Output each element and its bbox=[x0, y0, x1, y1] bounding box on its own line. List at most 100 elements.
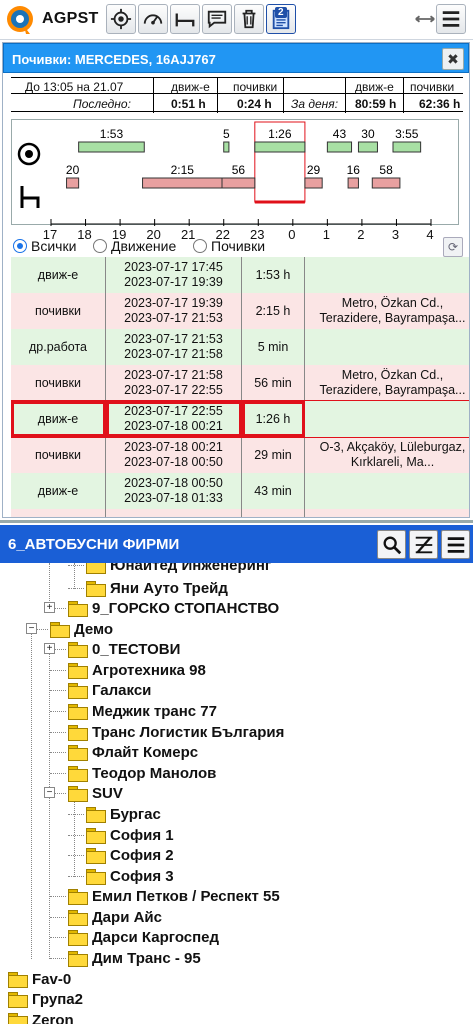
tree-item-label: Емил Петков / Респект 55 bbox=[92, 887, 280, 905]
main-menu-button[interactable] bbox=[436, 4, 466, 34]
tree-item[interactable]: Емил Петков / Респект 55 bbox=[68, 886, 280, 906]
tree-item[interactable]: Демо bbox=[50, 619, 113, 639]
tree-item-label: Юнайтед Инженеринг bbox=[110, 563, 272, 574]
close-button[interactable]: ✖ bbox=[442, 48, 464, 70]
tree-item[interactable]: Флайт Комерс bbox=[68, 742, 198, 762]
tree-item[interactable]: Галакси bbox=[68, 680, 151, 700]
folder-icon bbox=[68, 642, 88, 658]
folder-icon bbox=[68, 683, 88, 699]
rest-button[interactable] bbox=[170, 4, 200, 34]
tree-menu-button[interactable] bbox=[441, 530, 470, 559]
target-button[interactable] bbox=[106, 4, 136, 34]
tree-guide bbox=[50, 896, 66, 897]
drive-bar-label: 1:26 bbox=[268, 127, 292, 141]
delete-button[interactable] bbox=[234, 4, 264, 34]
tree-item-label: Яни Ауто Трейд bbox=[110, 579, 228, 597]
tree-guide bbox=[50, 711, 66, 712]
table-row[interactable]: движ-е 2023-07-18 00:50 2023-07-18 01:33 4… bbox=[11, 473, 469, 509]
tree-item[interactable]: Юнайтед Инженеринг bbox=[86, 563, 271, 575]
refresh-button[interactable]: ⟳ bbox=[443, 237, 463, 257]
tree-item[interactable]: Дим Транс - 95 bbox=[68, 948, 201, 968]
summary-h-rest2: почивки bbox=[410, 80, 455, 94]
cell-period: 2023-07-18 01:33 bbox=[106, 509, 242, 517]
rest-bar bbox=[371, 177, 401, 189]
drive-bar-label: 30 bbox=[361, 127, 375, 141]
cell-period: 2023-07-18 00:21 2023-07-18 00:50 bbox=[106, 437, 242, 473]
tree-filter-button[interactable] bbox=[409, 530, 438, 559]
rest-bar bbox=[347, 177, 359, 189]
radio-icon bbox=[93, 239, 107, 253]
rest-bar bbox=[304, 177, 323, 189]
timeline-chart[interactable]: 1:53 5 1:26 43 30 3:55 20 2:15 56 29 16 58 bbox=[11, 119, 459, 226]
events-table: движ-е 2023-07-17 17:45 2023-07-17 19:39 1… bbox=[11, 257, 469, 517]
tree-item[interactable]: Zeron bbox=[8, 1010, 74, 1024]
tree-item[interactable]: Агротехника 98 bbox=[68, 660, 206, 680]
folder-icon bbox=[68, 663, 88, 679]
tree-item[interactable]: Меджик транс 77 bbox=[68, 701, 217, 721]
cell-period: 2023-07-17 19:39 2023-07-17 21:53 bbox=[106, 293, 242, 329]
tree-item[interactable]: София 1 bbox=[86, 825, 174, 845]
tree-item[interactable]: София 2 bbox=[86, 845, 174, 865]
cell-type bbox=[11, 509, 106, 517]
notes-button[interactable]: 2 bbox=[266, 4, 296, 34]
cell-location: Metro, Özkan Cd., Terazidere, Bayrampaşa… bbox=[305, 365, 469, 401]
tree-item[interactable]: Fav-0 bbox=[8, 969, 71, 989]
folder-icon bbox=[68, 930, 88, 946]
filter-rests[interactable]: Почивки bbox=[193, 238, 265, 254]
tree-item-label: Транс Логистик България bbox=[92, 723, 285, 741]
tree-item[interactable]: Дарси Каргоспед bbox=[68, 927, 219, 947]
tree-item[interactable]: 0_ТЕСТОВИ bbox=[68, 639, 180, 659]
rest-bar-label: 20 bbox=[66, 163, 80, 177]
tree-item[interactable]: Транс Логистик България bbox=[68, 722, 284, 742]
cell-type: движ-е bbox=[11, 473, 106, 509]
folder-icon bbox=[68, 951, 88, 967]
app-brand: AGPST bbox=[42, 10, 99, 27]
cell-type: движ-е bbox=[11, 257, 106, 293]
menu-icon bbox=[442, 11, 460, 27]
cell-duration: 2:15 h bbox=[242, 293, 305, 329]
rest-bar-label: 58 bbox=[379, 163, 393, 177]
tree-item-label: Дари Айс bbox=[92, 908, 162, 926]
speed-button[interactable] bbox=[138, 4, 168, 34]
collapse-icon[interactable]: − bbox=[44, 787, 55, 798]
table-row[interactable]: движ-е 2023-07-17 22:55 2023-07-18 00:21 1… bbox=[11, 400, 469, 438]
panel-title: Почивки: MERCEDES, 16AJJ767 bbox=[12, 52, 216, 67]
tree-item[interactable]: 9_ГОРСКО СТОПАНСТВО bbox=[68, 598, 279, 618]
table-row[interactable]: др.работа 2023-07-17 21:53 2023-07-17 21:… bbox=[11, 329, 469, 365]
tree-item-label: Флайт Комерс bbox=[92, 743, 199, 761]
tree-item[interactable]: Дари Айс bbox=[68, 907, 162, 927]
tree-guide bbox=[68, 588, 84, 589]
comments-button[interactable] bbox=[202, 4, 232, 34]
folder-icon bbox=[68, 725, 88, 741]
table-row[interactable]: почивки 2023-07-17 21:58 2023-07-17 22:55… bbox=[11, 365, 469, 401]
panel-title-bar: Почивки: MERCEDES, 16AJJ767 ✖ bbox=[3, 43, 469, 73]
splitter[interactable] bbox=[0, 520, 473, 523]
refresh-icon: ⟳ bbox=[447, 240, 459, 254]
table-row[interactable]: почивки 2023-07-17 19:39 2023-07-17 21:53… bbox=[11, 293, 469, 329]
timeline-plot: 1:53 5 1:26 43 30 3:55 20 2:15 56 29 16 58 bbox=[50, 121, 432, 226]
summary-h-rest: почивки bbox=[233, 80, 278, 94]
tree-item[interactable]: Бургас bbox=[86, 804, 161, 824]
expand-icon[interactable]: + bbox=[44, 602, 55, 613]
tree-item[interactable]: Група2 bbox=[8, 989, 83, 1009]
cell-duration: 1:26 h bbox=[242, 401, 305, 437]
tree-item[interactable]: София 3 bbox=[86, 866, 174, 886]
table-row[interactable]: движ-е 2023-07-17 17:45 2023-07-17 19:39 1… bbox=[11, 257, 469, 293]
tree-item[interactable]: Яни Ауто Трейд bbox=[86, 578, 228, 598]
speedometer-icon bbox=[143, 14, 163, 25]
collapse-icon[interactable]: − bbox=[26, 623, 37, 634]
summary-last-label: Последно: bbox=[73, 97, 131, 111]
table-row[interactable]: 2023-07-18 01:33 Shell, D555, Kırklareli,… bbox=[11, 509, 469, 517]
summary-h-drive2: движ-е bbox=[355, 80, 394, 94]
tree-item[interactable]: SUV bbox=[68, 783, 123, 803]
tree-item-label: Демо bbox=[74, 620, 114, 638]
filter-all[interactable]: Всички bbox=[13, 238, 76, 254]
rest-bar-label: 16 bbox=[347, 163, 361, 177]
tree-search-button[interactable] bbox=[377, 530, 406, 559]
tree-item-label: 9_ГОРСКО СТОПАНСТВО bbox=[92, 599, 280, 617]
table-row[interactable]: почивки 2023-07-18 00:21 2023-07-18 00:50… bbox=[11, 437, 469, 473]
filter-movement[interactable]: Движение bbox=[93, 238, 176, 254]
cell-period: 2023-07-17 22:55 2023-07-18 00:21 bbox=[106, 401, 242, 437]
tree-item[interactable]: Теодор Манолов bbox=[68, 763, 216, 783]
expand-icon[interactable]: + bbox=[44, 643, 55, 654]
